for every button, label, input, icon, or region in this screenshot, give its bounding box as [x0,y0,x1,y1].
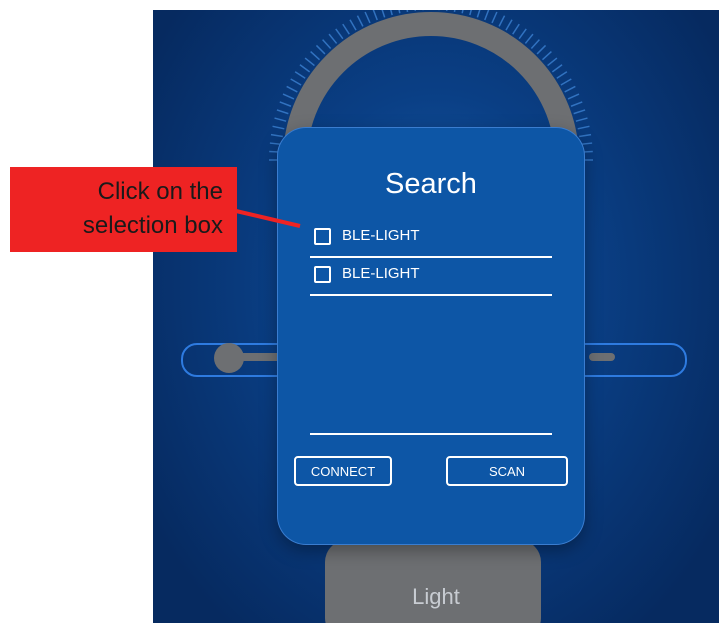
callout-pointer-line [235,209,301,228]
callout-pointer [235,209,301,228]
